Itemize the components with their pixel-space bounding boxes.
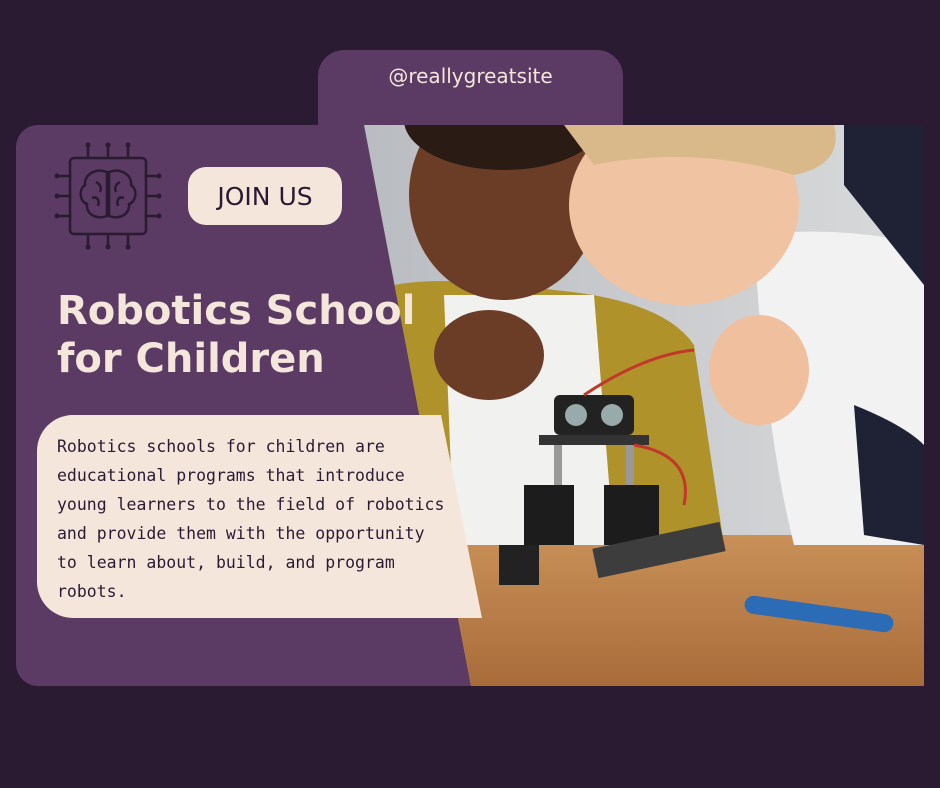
title-line-2: for Children: [57, 336, 325, 382]
brain-chip-icon: [52, 140, 164, 252]
handle-text: @reallygreatsite: [388, 64, 553, 88]
description-text: Robotics schools for children are educat…: [57, 437, 445, 601]
page-title: Robotics School for Children: [57, 287, 417, 383]
join-us-button[interactable]: JOIN US: [188, 167, 342, 225]
title-line-1: Robotics School: [57, 288, 416, 334]
